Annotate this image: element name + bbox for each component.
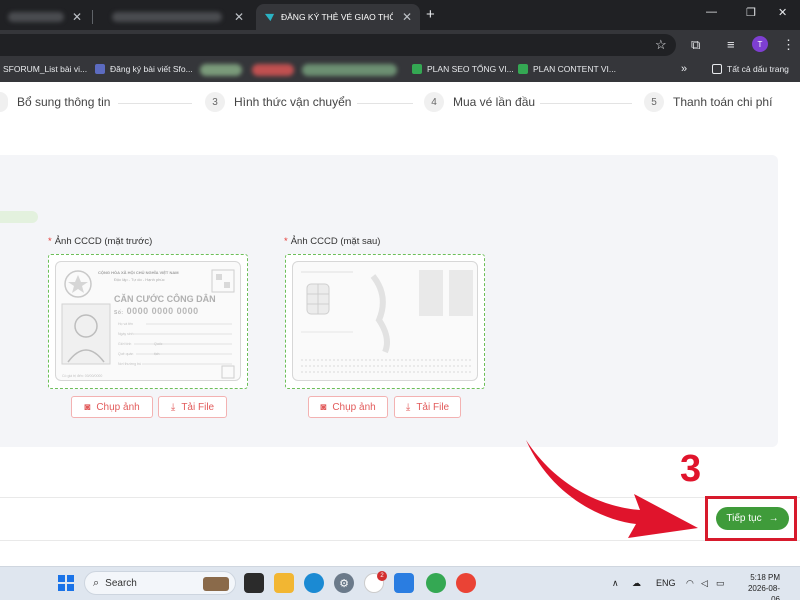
profile-avatar[interactable]: T [752, 36, 768, 52]
bookmark-item[interactable]: PLAN CONTENT VI... [518, 64, 616, 74]
required-mark: * [284, 236, 288, 247]
bookmark-item[interactable]: SFORUM_List bài vi... [3, 64, 87, 74]
search-highlight-icon [203, 577, 229, 591]
arrow-right-icon: → [768, 513, 779, 524]
file-explorer-icon[interactable] [274, 573, 294, 593]
folder-icon [712, 64, 722, 74]
sheets-icon [412, 64, 422, 74]
step-label: Bổ sung thông tin [17, 95, 111, 109]
upload-label-back: * Ảnh CCCD (mặt sau) [284, 236, 381, 247]
annotation-step-number: 3 [680, 448, 702, 490]
language-indicator[interactable]: ENG [656, 578, 676, 588]
close-tab-icon[interactable]: ✕ [402, 10, 412, 24]
upload-file-button-front[interactable]: ⤓ Tải File [158, 396, 227, 418]
step-number: 4 [424, 92, 444, 112]
bookmark-blurred[interactable] [302, 64, 397, 76]
windows-start-icon[interactable] [56, 573, 76, 593]
address-bar-row [0, 30, 800, 58]
step-item: 3 Hình thức vận chuyển [205, 92, 351, 112]
bookmark-blurred[interactable] [252, 64, 294, 76]
tab-blurred-1[interactable]: ✕ [0, 4, 90, 30]
id-card-back-placeholder [292, 261, 478, 381]
section-tag [0, 211, 38, 223]
step-connector [357, 103, 413, 104]
wifi-icon[interactable]: ◠ [686, 578, 694, 589]
browser-tab-bar: ✕ ✕ ĐĂNG KÝ THẺ VÉ GIAO THÔNG ✕ + — ❐ ✕ [0, 0, 800, 30]
sheets-icon [518, 64, 528, 74]
tab-title: ĐĂNG KÝ THẺ VÉ GIAO THÔNG [281, 12, 393, 22]
menu-kebab-icon[interactable]: ⋮ [782, 37, 795, 53]
task-view-icon[interactable] [244, 573, 264, 593]
card-expiry: Có giá trị đến: 00/00/0000 [62, 374, 103, 378]
step-item: Bổ sung thông tin [0, 92, 110, 112]
bookmark-star-icon[interactable]: ☆ [655, 37, 667, 53]
upload-dropzone-front[interactable]: CỘNG HÒA XÃ HỘI CHỦ NGHĨA VIỆT NAM Độc l… [48, 254, 248, 389]
card-title: CĂN CƯỚC CÔNG DÂN [114, 294, 216, 304]
camera-icon: ◙ [320, 401, 327, 413]
upload-dropzone-back[interactable] [285, 254, 485, 389]
upload-file-button-back[interactable]: ⤓ Tải File [394, 396, 461, 418]
continue-button[interactable]: Tiếp tục → [716, 507, 789, 530]
onedrive-icon[interactable]: ☁ [632, 578, 641, 589]
chrome-profile-icon[interactable] [456, 573, 476, 593]
step-number: 5 [644, 92, 664, 112]
tab-active[interactable]: ĐĂNG KÝ THẺ VÉ GIAO THÔNG ✕ [256, 4, 420, 30]
upload-icon: ⤓ [405, 401, 411, 413]
close-window-icon[interactable]: ✕ [778, 6, 787, 19]
step-connector [540, 103, 632, 104]
media-controls-icon[interactable]: ≡ [727, 37, 735, 52]
restore-icon[interactable]: ❐ [746, 6, 756, 19]
edge-icon[interactable] [304, 573, 324, 593]
step-label: Mua vé lần đầu [453, 95, 536, 109]
bookmark-item[interactable]: Đăng ký bài viết Sfo... [95, 64, 193, 74]
tray-overflow-icon[interactable]: ∧ [612, 578, 619, 589]
chrome-icon[interactable] [426, 573, 446, 593]
app-icon[interactable] [394, 573, 414, 593]
close-tab-icon[interactable]: ✕ [72, 10, 82, 24]
battery-icon[interactable]: ▭ [716, 578, 725, 589]
camera-icon: ◙ [84, 401, 91, 413]
step-number [0, 92, 8, 112]
notification-badge: 2 [377, 571, 387, 581]
new-tab-button[interactable]: + [426, 6, 435, 23]
step-item: 5 Thanh toán chi phí [644, 92, 772, 112]
search-icon: ⌕ [93, 576, 100, 589]
tab-blurred-2[interactable]: ✕ [94, 4, 252, 30]
required-mark: * [48, 236, 52, 247]
taskbar-clock[interactable]: 5:18 PM 2026-08-06 [740, 572, 780, 600]
take-photo-button-back[interactable]: ◙ Chụp ảnh [308, 396, 388, 418]
card-field-labels: Họ và tên Ngày sinh Giới tính Quốc tịch Q… [118, 322, 163, 366]
volume-icon[interactable]: ◁ [701, 578, 708, 589]
settings-gear-icon[interactable]: ⚙ [334, 573, 354, 593]
card-number: Số: 0000 0000 0000 [114, 306, 199, 316]
id-card-front-placeholder: CỘNG HÒA XÃ HỘI CHỦ NGHĨA VIỆT NAM Độc l… [55, 261, 241, 381]
all-bookmarks[interactable]: Tất cả dấu trang [712, 64, 789, 74]
bookmark-blurred[interactable] [200, 64, 242, 76]
upload-label-front: * Ảnh CCCD (mặt trước) [48, 236, 153, 247]
close-tab-icon[interactable]: ✕ [234, 10, 244, 24]
step-item: 4 Mua vé lần đầu [424, 92, 535, 112]
bookmarks-overflow-icon[interactable]: » [681, 63, 687, 75]
take-photo-button-front[interactable]: ◙ Chụp ảnh [71, 396, 153, 418]
extensions-icon[interactable]: ⧉ [691, 37, 700, 53]
minimize-icon[interactable]: — [706, 6, 717, 18]
step-connector [118, 103, 192, 104]
step-label: Hình thức vận chuyển [234, 95, 352, 109]
card-header-1: CỘNG HÒA XÃ HỘI CHỦ NGHĨA VIỆT NAM [98, 270, 179, 275]
site-favicon-icon [264, 13, 275, 21]
step-number: 3 [205, 92, 225, 112]
upload-icon: ⤓ [170, 401, 176, 413]
step-label: Thanh toán chi phí [673, 95, 773, 109]
id-card-back-art [301, 270, 473, 373]
bookmark-item[interactable]: PLAN SEO TỔNG VI... [412, 64, 514, 74]
taskbar-search-input[interactable]: ⌕ Search [84, 571, 236, 595]
bookmark-favicon-icon [95, 64, 105, 74]
stepper: Bổ sung thông tin 3 Hình thức vận chuyển… [0, 84, 800, 122]
card-header-2: Độc lập - Tự do - Hạnh phúc [114, 277, 165, 282]
address-input[interactable] [0, 34, 676, 56]
